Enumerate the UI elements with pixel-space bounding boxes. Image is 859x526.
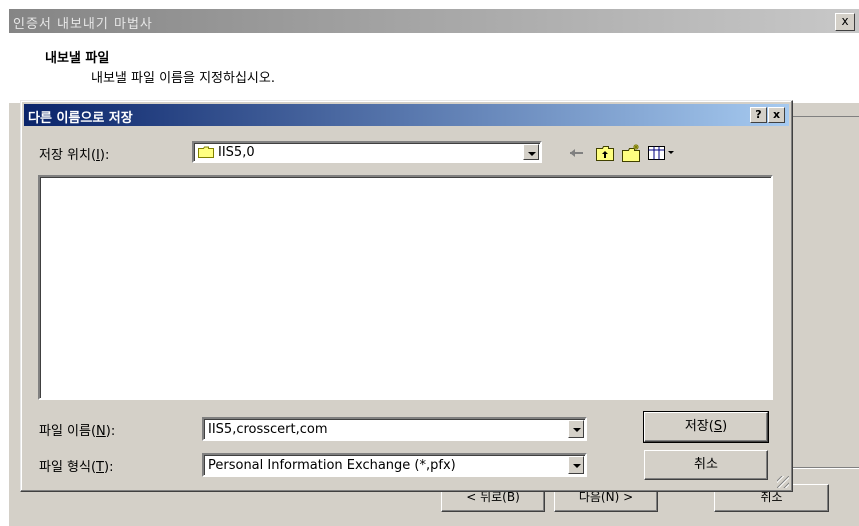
wizard-title: 인증서 내보내기 마법사 (13, 17, 153, 32)
save-in-value: IIS5,0 (218, 145, 255, 160)
wizard-header: 내보낼 파일 내보낼 파일 이름을 지정하십시오. (9, 33, 859, 103)
filetype-value: Personal Information Exchange (*,pfx) (208, 458, 456, 473)
wizard-heading: 내보낼 파일 (45, 51, 110, 66)
wizard-separator (789, 116, 859, 117)
dialog-title: 다른 이름으로 저장 (28, 111, 133, 126)
filetype-dropdown-arrow[interactable] (568, 456, 584, 474)
save-in-label: 저장 위치(I): (39, 148, 110, 163)
dialog-titlebar: 다른 이름으로 저장 ? x (24, 104, 789, 126)
new-folder-icon[interactable] (620, 142, 642, 164)
wizard-close-button[interactable]: x (835, 13, 855, 31)
wizard-subheading: 내보낼 파일 이름을 지정하십시오. (91, 71, 275, 86)
save-in-combo[interactable]: IIS5,0 (192, 141, 542, 163)
filename-label: 파일 이름(N): (39, 424, 116, 439)
filename-combo[interactable]: IIS5,crosscert,com (202, 417, 587, 441)
filetype-label: 파일 형식(T): (39, 460, 114, 475)
back-arrow-icon[interactable] (566, 142, 588, 164)
file-list-pane[interactable] (38, 175, 773, 400)
save-in-dropdown-arrow[interactable] (523, 144, 539, 160)
save-as-dialog: 다른 이름으로 저장 ? x 저장 위치(I): IIS5,0 파일 이름(N)… (20, 100, 793, 492)
resize-grip-icon[interactable] (777, 476, 789, 488)
wizard-titlebar: 인증서 내보내기 마법사 x (9, 9, 859, 33)
cancel-button[interactable]: 취소 (644, 450, 768, 480)
view-menu-icon[interactable] (646, 142, 676, 164)
filename-input[interactable]: IIS5,crosscert,com (208, 422, 328, 437)
help-button[interactable]: ? (750, 107, 767, 123)
save-button[interactable]: 저장(S) (643, 411, 769, 443)
filetype-combo[interactable]: Personal Information Exchange (*,pfx) (202, 453, 587, 477)
folder-icon (198, 146, 214, 158)
up-folder-icon[interactable] (594, 142, 616, 164)
wizard-bottom-separator (789, 467, 859, 469)
dialog-close-button[interactable]: x (768, 107, 785, 123)
filename-dropdown-arrow[interactable] (568, 420, 584, 438)
